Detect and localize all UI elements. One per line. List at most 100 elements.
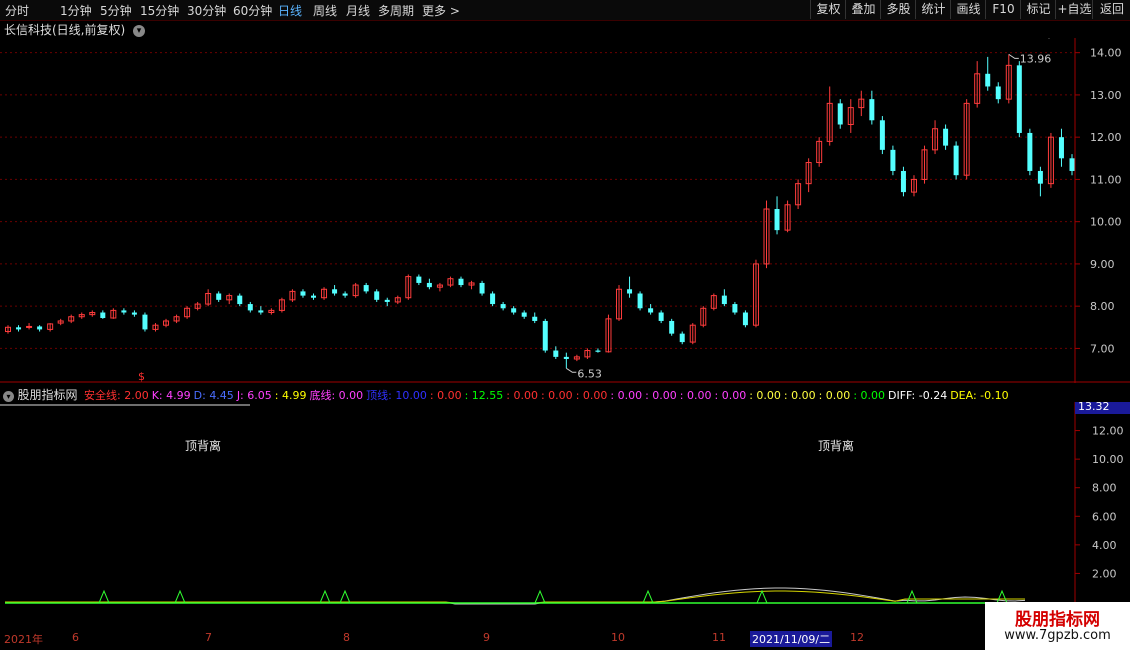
candle-body (953, 145, 959, 176)
indicator-axis-label: 6.00 (1092, 510, 1117, 523)
indicator-value-4: : 4.99 (274, 389, 307, 402)
candle-body (458, 278, 464, 286)
divergence-label: 顶背离 (818, 438, 854, 453)
signal-spike (534, 589, 546, 604)
chevron-down-icon[interactable]: ▾ (133, 24, 146, 37)
low-marker-arrow (566, 367, 577, 373)
candle-body (300, 291, 306, 296)
candle-body (142, 314, 148, 330)
candle-body (532, 316, 538, 321)
indicator-value-9: : 0.00 (506, 389, 538, 402)
period-tab-10[interactable]: 更多 > (422, 2, 460, 19)
candle-body (237, 295, 243, 305)
settings-gear-icon[interactable]: ▾ (3, 391, 14, 402)
candle-body (900, 170, 906, 193)
candle-body (521, 312, 527, 317)
candle-body (995, 86, 1001, 100)
candle-body (216, 293, 222, 300)
candle-body (37, 326, 43, 330)
candle-body (363, 285, 369, 292)
period-tab-4[interactable]: 30分钟 (187, 2, 226, 19)
candle-body (648, 308, 654, 313)
toolbar-button-6[interactable]: 标记 (1020, 0, 1056, 19)
indicator-value-13: : 0.00 (645, 389, 677, 402)
candle-body (553, 350, 559, 357)
indicator-value-12: : 0.00 (610, 389, 643, 402)
candle-body (258, 310, 264, 313)
indicator-value-20: DIFF: -0.24 (888, 389, 948, 402)
date-label-4: 9 (483, 631, 490, 644)
period-tab-0[interactable]: 分时 (5, 2, 29, 19)
indicator-value-16: : 0.00 (749, 389, 781, 402)
candle-body (131, 312, 137, 315)
candle-body (311, 295, 317, 298)
candle-body (869, 99, 875, 121)
indicator-value-6: 顶线: 10.00 (366, 389, 427, 402)
period-tab-1[interactable]: 1分钟 (60, 2, 92, 19)
indicator-value-14: : 0.00 (679, 389, 712, 402)
period-toolbar: 分时 1分钟 5分钟 15分钟 30分钟 60分钟 日线 周线 月线 多周期 更多 > 复权 叠加 多股… (0, 0, 1130, 21)
toolbar-button-2[interactable]: 多股 (880, 0, 916, 19)
candle-body (679, 333, 685, 343)
indicator-value-19: : 0.00 (853, 389, 886, 402)
candle-body (426, 282, 432, 288)
signal-spike (174, 589, 186, 604)
candle-body (1037, 170, 1043, 184)
candle-body (1058, 137, 1064, 159)
candlestick-chart[interactable]: 14.00 13.00 12.00 11.00 10.00 9.00 8.00 7.00 13… (0, 38, 1130, 383)
candle-body (500, 304, 506, 309)
candle-body (374, 291, 380, 300)
indicator-value-15: : 0.00 (714, 389, 747, 402)
signal-spike (98, 589, 110, 604)
period-tab-8[interactable]: 月线 (346, 2, 370, 19)
high-price-label: 13.96 (1020, 52, 1051, 65)
high-marker-arrow (1008, 53, 1019, 59)
toolbar-button-7[interactable]: +自选 (1055, 0, 1093, 19)
indicator-value-10: : 0.00 (540, 389, 573, 402)
toolbar-button-0[interactable]: 复权 (810, 0, 846, 19)
candle-body (732, 304, 738, 313)
candle-body (1016, 65, 1022, 133)
current-value-label: 13.32 (1078, 402, 1110, 413)
candle-body (26, 325, 33, 328)
indicator-axis-label: 2.00 (1092, 567, 1117, 580)
date-label-7: 2021/11/09/二 (750, 631, 833, 647)
period-tab-5[interactable]: 60分钟 (233, 2, 272, 19)
candle-body (943, 128, 949, 146)
price-label: 10.00 (1090, 216, 1122, 229)
date-label-8: 12 (850, 631, 864, 644)
low-price-label: 6.53 (577, 367, 602, 380)
candle-body (721, 295, 727, 305)
date-axis: 2021年 6 7 8 9 10 11 2021/11/09/二 12 (0, 630, 1075, 650)
indicator-chart[interactable]: 13.32 12.00 10.00 8.00 6.00 4.00 2.00 顶背离 顶背离 (0, 402, 1130, 630)
toolbar-button-5[interactable]: F10 (985, 0, 1021, 19)
signal-spike (319, 589, 331, 604)
candle-body (121, 310, 127, 313)
watermark-url: www.7gpzb.com (1004, 628, 1111, 643)
candle-body (1027, 132, 1033, 171)
candle-body (658, 312, 664, 321)
candle-body (479, 282, 485, 294)
indicator-axis-label: 8.00 (1092, 482, 1117, 495)
period-tab-2[interactable]: 5分钟 (100, 2, 132, 19)
indicator-name: 股朋指标网 (17, 388, 78, 402)
candle-body (511, 308, 517, 313)
period-tab-9[interactable]: 多周期 (378, 2, 414, 19)
price-label: 14.00 (1090, 47, 1122, 60)
toolbar-button-3[interactable]: 统计 (915, 0, 951, 19)
period-tab-3[interactable]: 15分钟 (140, 2, 179, 19)
candle-body (384, 299, 390, 302)
toolbar-button-1[interactable]: 叠加 (845, 0, 881, 19)
candle-body (100, 312, 106, 319)
indicator-value-0: 安全线: 2.00 (84, 389, 149, 402)
toolbar-button-4[interactable]: 画线 (950, 0, 986, 19)
indicator-axis-label: 4.00 (1092, 539, 1117, 552)
toolbar-button-8[interactable]: 返回 (1092, 0, 1130, 19)
indicator-axis-label: 12.00 (1092, 425, 1124, 438)
period-tab-7[interactable]: 周线 (313, 2, 337, 19)
signal-spike (642, 589, 654, 604)
period-tab-6[interactable]: 日线 (278, 2, 302, 19)
indicator-header: ▾ 股朋指标网 安全线: 2.00 K: 4.99 D: 4.45 J: 6.05: … (0, 386, 1009, 402)
candle-body (837, 103, 843, 125)
price-label: 9.00 (1090, 258, 1115, 271)
